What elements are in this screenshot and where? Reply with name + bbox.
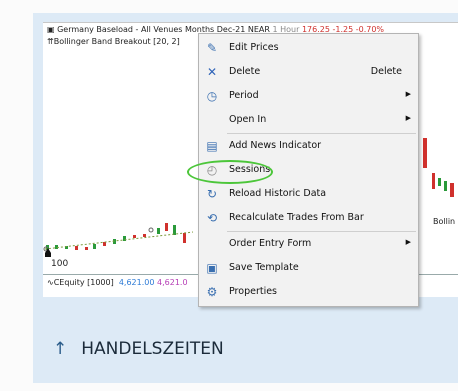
menu-item-open-in[interactable]: Open In ▶ [199, 108, 418, 132]
submenu-arrow-icon: ▶ [405, 238, 411, 246]
equity-value-2: 4,621.0 [157, 278, 188, 287]
delete-shortcut: Delete [370, 66, 402, 77]
y-axis-label: 100 [51, 259, 69, 269]
menu-item-add-news-indicator[interactable]: ▤ Add News Indicator [199, 134, 418, 158]
candle [133, 235, 136, 238]
menu-item-edit-prices[interactable]: ✎ Edit Prices [199, 36, 418, 60]
candle [173, 225, 176, 235]
reload-icon: ↻ [206, 187, 218, 201]
menu-item-reload-historic-data[interactable]: ↻ Reload Historic Data [199, 182, 418, 206]
submenu-arrow-icon: ▶ [405, 114, 411, 122]
edit-icon: ✎ [206, 41, 218, 55]
gear-icon: ⚙ [206, 285, 218, 299]
candle [183, 233, 186, 243]
candle [75, 246, 78, 250]
menu-item-recalculate-trades[interactable]: ⟲ Recalculate Trades From Bar [199, 206, 418, 230]
candle [450, 183, 454, 197]
menu-item-delete[interactable]: ✕ Delete Delete [199, 60, 418, 84]
submenu-arrow-icon: ▶ [405, 90, 411, 98]
section-heading[interactable]: ↑ HANDELSZEITEN [53, 339, 224, 359]
equity-icon: ∿ [47, 278, 54, 287]
menu-item-order-entry-form[interactable]: Order Entry Form ▶ [199, 232, 418, 256]
candle [93, 244, 96, 249]
equity-value-1: 4,621.00 [118, 278, 155, 287]
save-template-icon: ▣ [206, 261, 218, 275]
candle [85, 247, 88, 250]
candle [444, 181, 447, 191]
equity-label: CEquity [1000] [53, 278, 114, 287]
candle [143, 234, 146, 237]
signal-marker [148, 227, 154, 233]
candle [165, 223, 168, 231]
arrow-up-icon: ↑ [53, 339, 68, 359]
candle [103, 242, 106, 246]
indicator-right-label: Bollin [433, 217, 456, 226]
candle [423, 138, 427, 168]
menu-item-save-template[interactable]: ▣ Save Template [199, 256, 418, 280]
section-heading-label: HANDELSZEITEN [81, 339, 224, 359]
sessions-highlight-ellipse [187, 160, 273, 184]
candle [55, 245, 58, 249]
recalculate-icon: ⟲ [206, 211, 218, 225]
delete-icon: ✕ [206, 65, 218, 79]
candle [157, 228, 160, 234]
clock-icon: ◷ [206, 89, 218, 103]
news-icon: ▤ [206, 139, 218, 153]
menu-item-period[interactable]: ◷ Period ▶ [199, 84, 418, 108]
candle [432, 173, 435, 189]
equity-title: ∿CEquity [1000] 4,621.00 4,621.0 [47, 278, 188, 287]
candle [438, 178, 441, 186]
menu-item-properties[interactable]: ⚙ Properties [199, 280, 418, 304]
